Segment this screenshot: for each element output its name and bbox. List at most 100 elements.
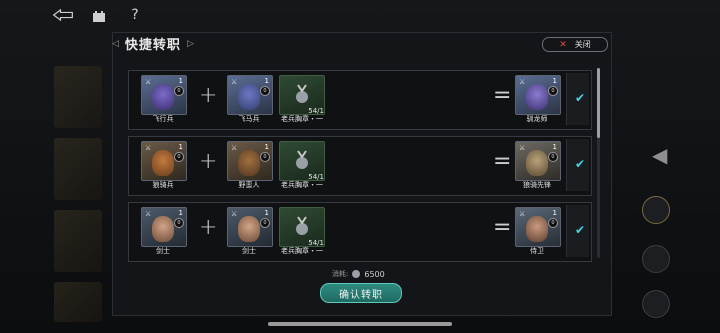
unit-portrait xyxy=(526,84,548,110)
background-hero-tile xyxy=(54,210,102,272)
unit-name: 狼骑兵 xyxy=(152,181,174,189)
result-unit-name: 驯龙师 xyxy=(526,115,548,123)
cost-value: 6500 xyxy=(364,269,385,279)
unit-level: 1 xyxy=(178,209,183,217)
close-icon: ✕ xyxy=(559,39,567,50)
promotion-row: ⚔ 1 0 狼骑兵 + ⚔ 1 0 野蛮人 54/1 老兵胸章・一 = ⚔ 1 … xyxy=(128,136,592,196)
castle-icon[interactable] xyxy=(88,6,110,24)
unit-badge: 0 xyxy=(260,152,270,162)
sword-icon: ⚔ xyxy=(519,210,526,218)
side-menu-icon[interactable] xyxy=(642,196,670,224)
unit-portrait xyxy=(152,150,174,176)
material-card[interactable]: 54/1 xyxy=(279,141,325,181)
result-unit-name: 狼骑先锋 xyxy=(523,181,551,189)
unit-badge: 0 xyxy=(174,152,184,162)
back-icon[interactable] xyxy=(52,6,74,24)
unit-level: 1 xyxy=(178,77,183,85)
unit-level: 1 xyxy=(552,77,557,85)
plus-sign: + xyxy=(199,83,218,108)
sword-icon: ⚔ xyxy=(231,78,238,86)
checkmark-icon[interactable]: ✔ xyxy=(573,91,587,105)
close-button[interactable]: ✕ 关闭 xyxy=(542,37,608,52)
dialog-title: 快捷转职 xyxy=(124,38,181,53)
unit-portrait xyxy=(152,84,174,110)
unit-badge: 0 xyxy=(174,218,184,228)
unit-badge: 0 xyxy=(260,218,270,228)
next-arrow-icon[interactable]: ▷ xyxy=(187,39,194,49)
material-card[interactable]: 54/1 xyxy=(279,75,325,115)
material-name: 老兵胸章・一 xyxy=(281,115,323,123)
background-hero-tile xyxy=(54,138,102,200)
scrollbar-thumb[interactable] xyxy=(597,68,600,138)
sword-icon: ⚔ xyxy=(519,78,526,86)
unit-portrait xyxy=(238,216,260,242)
unit-level: 1 xyxy=(264,143,269,151)
checkmark-icon[interactable]: ✔ xyxy=(573,157,587,171)
silver-coin-icon xyxy=(352,270,361,278)
promotion-cost: 消耗: 6500 xyxy=(332,269,385,279)
unit-card[interactable]: ⚔ 1 0 xyxy=(227,141,273,181)
unit-level: 1 xyxy=(552,209,557,217)
side-collapse-arrow-icon[interactable]: ◀ xyxy=(652,143,667,167)
unit-name: 剑士 xyxy=(156,247,170,255)
unit-badge: 0 xyxy=(548,152,558,162)
close-button-label: 关闭 xyxy=(574,40,591,49)
confirm-promotion-button[interactable]: 确认转职 xyxy=(320,283,402,303)
list-scrollbar[interactable] xyxy=(597,68,600,258)
checkmark-icon[interactable]: ✔ xyxy=(573,223,587,237)
unit-name: 飞马兵 xyxy=(238,115,260,123)
side-menu-icon[interactable] xyxy=(642,290,670,318)
unit-badge: 0 xyxy=(548,86,558,96)
unit-card[interactable]: ⚔ 1 0 xyxy=(227,75,273,115)
unit-level: 1 xyxy=(178,143,183,151)
veteran-medal-icon xyxy=(296,216,308,235)
material-card[interactable]: 54/1 xyxy=(279,207,325,247)
help-icon[interactable]: ? xyxy=(124,6,146,24)
equals-sign: = xyxy=(493,83,512,108)
unit-level: 1 xyxy=(552,143,557,151)
unit-portrait xyxy=(238,84,260,110)
prev-arrow-icon[interactable]: ◁ xyxy=(112,39,119,49)
home-indicator[interactable] xyxy=(268,322,452,326)
promotion-row: ⚔ 1 0 飞行兵 + ⚔ 1 0 飞马兵 54/1 老兵胸章・一 = ⚔ 1 … xyxy=(128,70,592,130)
unit-card[interactable]: ⚔ 1 0 xyxy=(141,75,187,115)
material-name: 老兵胸章・一 xyxy=(281,247,323,255)
result-unit-name: 侍卫 xyxy=(530,247,544,255)
unit-name: 飞行兵 xyxy=(152,115,174,123)
unit-card[interactable]: ⚔ 1 0 xyxy=(141,207,187,247)
veteran-medal-icon xyxy=(296,84,308,103)
sword-icon: ⚔ xyxy=(145,144,152,152)
sword-icon: ⚔ xyxy=(231,144,238,152)
unit-portrait xyxy=(526,150,548,176)
unit-name: 剑士 xyxy=(242,247,256,255)
top-bar: ? xyxy=(52,6,146,24)
sword-icon: ⚔ xyxy=(145,210,152,218)
sword-icon: ⚔ xyxy=(145,78,152,86)
unit-portrait xyxy=(152,216,174,242)
result-unit-card[interactable]: ⚔ 1 0 xyxy=(515,207,561,247)
unit-portrait xyxy=(526,216,548,242)
unit-name: 野蛮人 xyxy=(238,181,260,189)
equals-sign: = xyxy=(493,215,512,240)
cost-label: 消耗: xyxy=(332,270,349,278)
unit-card[interactable]: ⚔ 1 0 xyxy=(227,207,273,247)
sword-icon: ⚔ xyxy=(519,144,526,152)
plus-sign: + xyxy=(199,149,218,174)
material-name: 老兵胸章・一 xyxy=(281,181,323,189)
veteran-medal-icon xyxy=(296,150,308,169)
dialog-header: ◁ 快捷转职 ▷ xyxy=(112,34,194,53)
unit-level: 1 xyxy=(264,77,269,85)
unit-badge: 0 xyxy=(548,218,558,228)
unit-badge: 0 xyxy=(174,86,184,96)
background-hero-tile xyxy=(54,282,102,322)
result-unit-card[interactable]: ⚔ 1 0 xyxy=(515,75,561,115)
unit-level: 1 xyxy=(264,209,269,217)
side-menu-icon[interactable] xyxy=(642,245,670,273)
plus-sign: + xyxy=(199,215,218,240)
unit-portrait xyxy=(238,150,260,176)
unit-card[interactable]: ⚔ 1 0 xyxy=(141,141,187,181)
unit-badge: 0 xyxy=(260,86,270,96)
equals-sign: = xyxy=(493,149,512,174)
promotion-row: ⚔ 1 0 剑士 + ⚔ 1 0 剑士 54/1 老兵胸章・一 = ⚔ 1 0 … xyxy=(128,202,592,262)
result-unit-card[interactable]: ⚔ 1 0 xyxy=(515,141,561,181)
